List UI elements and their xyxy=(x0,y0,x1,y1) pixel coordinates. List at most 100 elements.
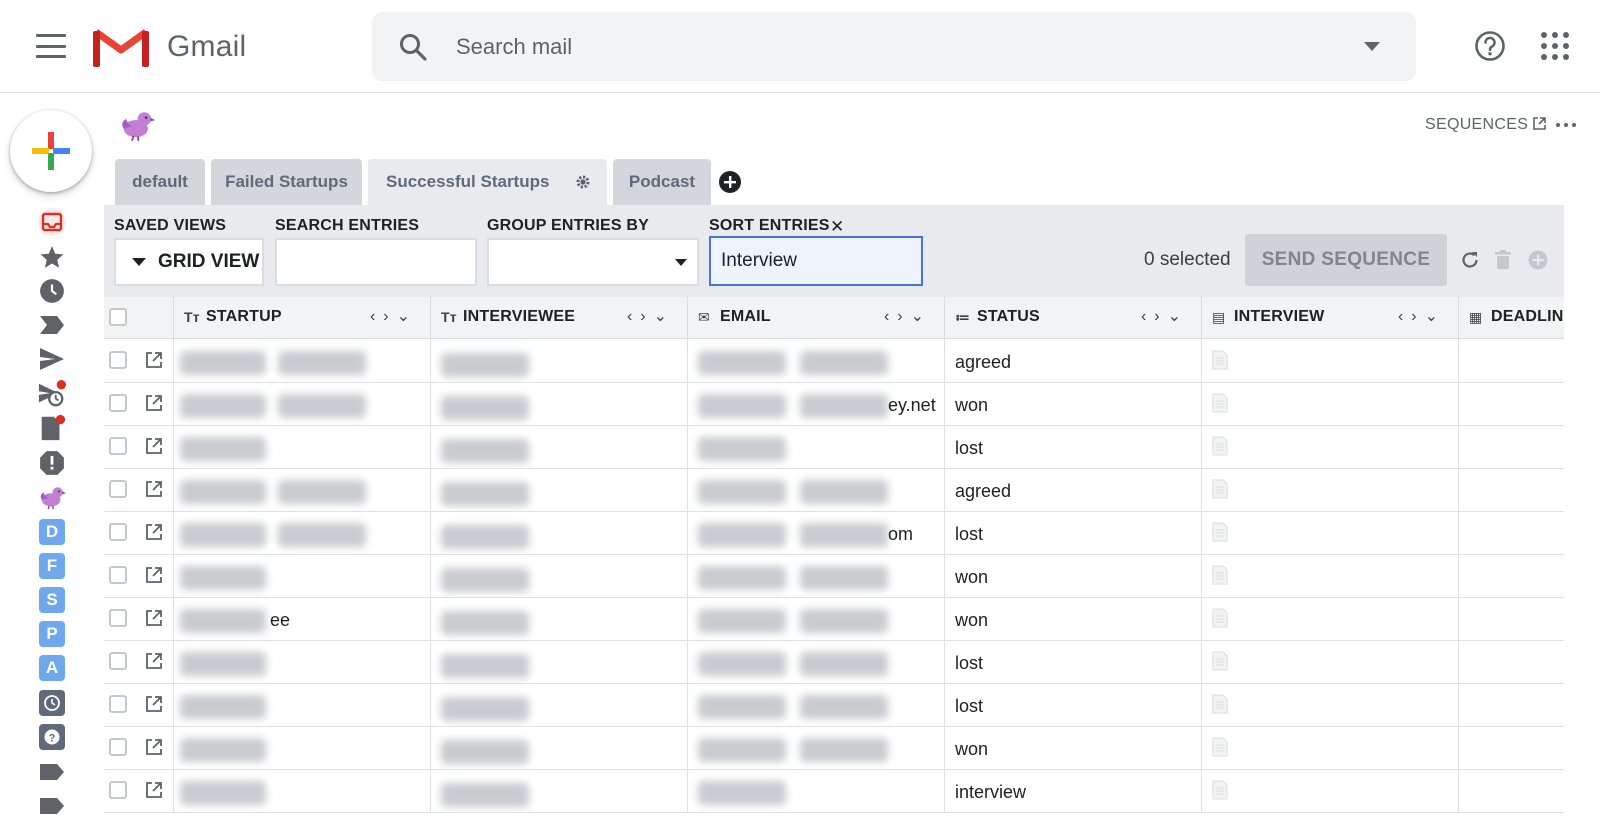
sidebar-label-d[interactable]: D xyxy=(38,518,66,546)
streak-bird-icon[interactable] xyxy=(118,108,156,142)
document-icon[interactable] xyxy=(1212,608,1228,628)
deadline-cell[interactable] xyxy=(1459,554,1564,597)
table-row[interactable]: agreed xyxy=(104,468,1564,512)
gear-icon[interactable] xyxy=(575,174,591,190)
table-row[interactable]: won xyxy=(104,726,1564,770)
email-cell[interactable] xyxy=(688,425,945,468)
grid-view-dropdown[interactable]: GRID VIEW xyxy=(114,238,264,286)
table-row[interactable]: interview xyxy=(104,769,1564,813)
interviewee-cell[interactable] xyxy=(431,640,688,683)
interview-cell[interactable] xyxy=(1202,726,1459,769)
sidebar-label-f[interactable]: F xyxy=(38,552,66,580)
app-brand[interactable]: Gmail xyxy=(167,30,246,64)
startup-cell[interactable] xyxy=(174,726,431,769)
deadline-cell[interactable] xyxy=(1459,769,1564,812)
open-in-new-icon[interactable] xyxy=(144,350,164,370)
row-checkbox[interactable] xyxy=(109,609,127,627)
open-in-new-icon[interactable] xyxy=(144,780,164,800)
add-circle-icon[interactable] xyxy=(1527,249,1549,271)
sidebar-label-s[interactable]: S xyxy=(38,586,66,614)
open-in-new-icon[interactable] xyxy=(144,694,164,714)
column-controls-icon[interactable]: ‹›⌄ xyxy=(627,306,675,326)
status-cell[interactable]: lost xyxy=(945,683,1202,726)
sidebar-item-drafts[interactable] xyxy=(38,414,66,442)
header-deadline[interactable]: ▦ DEADLIN xyxy=(1459,297,1564,338)
open-in-new-icon[interactable] xyxy=(144,608,164,628)
interviewee-cell[interactable] xyxy=(431,683,688,726)
help-icon[interactable] xyxy=(1474,30,1506,62)
deadline-cell[interactable] xyxy=(1459,382,1564,425)
status-cell[interactable]: interview xyxy=(945,769,1202,812)
email-cell[interactable] xyxy=(688,726,945,769)
email-cell[interactable] xyxy=(688,468,945,511)
tab-successful-startups[interactable]: Successful Startups xyxy=(368,159,607,205)
column-controls-icon[interactable]: ‹›⌄ xyxy=(370,306,418,326)
document-icon[interactable] xyxy=(1212,350,1228,370)
row-checkbox[interactable] xyxy=(109,523,127,541)
document-icon[interactable] xyxy=(1212,780,1228,800)
gmail-logo-icon[interactable] xyxy=(92,26,150,68)
startup-cell[interactable] xyxy=(174,511,431,554)
column-controls-icon[interactable]: ‹›⌄ xyxy=(1398,306,1446,326)
startup-cell[interactable] xyxy=(174,683,431,726)
sidebar-item-help-label[interactable]: ? xyxy=(38,723,66,751)
status-cell[interactable]: agreed xyxy=(945,339,1202,382)
sidebar-item-starred[interactable] xyxy=(38,243,66,271)
sidebar-item-important[interactable] xyxy=(38,311,66,339)
deadline-cell[interactable] xyxy=(1459,640,1564,683)
open-in-new-icon[interactable] xyxy=(144,393,164,413)
add-tab-icon[interactable] xyxy=(718,170,742,194)
interview-cell[interactable] xyxy=(1202,468,1459,511)
table-row[interactable]: lost xyxy=(104,640,1564,684)
deadline-cell[interactable] xyxy=(1459,468,1564,511)
interview-cell[interactable] xyxy=(1202,769,1459,812)
row-checkbox[interactable] xyxy=(109,437,127,455)
startup-cell[interactable] xyxy=(174,468,431,511)
document-icon[interactable] xyxy=(1212,694,1228,714)
interviewee-cell[interactable] xyxy=(431,597,688,640)
status-cell[interactable]: agreed xyxy=(945,468,1202,511)
interviewee-cell[interactable] xyxy=(431,554,688,597)
table-row[interactable]: lost xyxy=(104,683,1564,727)
open-in-new-icon[interactable] xyxy=(144,565,164,585)
email-cell[interactable] xyxy=(688,640,945,683)
apps-grid-icon[interactable] xyxy=(1541,32,1569,60)
interview-cell[interactable] xyxy=(1202,511,1459,554)
email-cell[interactable] xyxy=(688,769,945,812)
group-entries-select[interactable] xyxy=(487,238,699,286)
sidebar-item-snoozed[interactable] xyxy=(38,277,66,305)
sidebar-item-inbox[interactable] xyxy=(38,208,66,236)
deadline-cell[interactable] xyxy=(1459,425,1564,468)
email-cell[interactable] xyxy=(688,597,945,640)
sidebar-item-sent[interactable] xyxy=(38,345,66,373)
email-cell[interactable]: ey.net xyxy=(688,382,945,425)
table-row[interactable]: lost xyxy=(104,425,1564,469)
email-cell[interactable]: om xyxy=(688,511,945,554)
tab-default[interactable]: default xyxy=(115,159,205,205)
status-cell[interactable]: won xyxy=(945,382,1202,425)
interviewee-cell[interactable] xyxy=(431,425,688,468)
refresh-icon[interactable] xyxy=(1459,249,1481,271)
search-input[interactable] xyxy=(454,26,1338,68)
deadline-cell[interactable] xyxy=(1459,726,1564,769)
startup-cell[interactable] xyxy=(174,554,431,597)
startup-cell[interactable]: ee xyxy=(174,597,431,640)
row-checkbox[interactable] xyxy=(109,394,127,412)
sequences-link[interactable]: SEQUENCES xyxy=(1425,116,1546,134)
interview-cell[interactable] xyxy=(1202,554,1459,597)
search-icon[interactable] xyxy=(398,32,428,62)
row-checkbox[interactable] xyxy=(109,695,127,713)
interviewee-cell[interactable] xyxy=(431,468,688,511)
open-in-new-icon[interactable] xyxy=(144,737,164,757)
row-checkbox[interactable] xyxy=(109,738,127,756)
deadline-cell[interactable] xyxy=(1459,597,1564,640)
status-cell[interactable]: lost xyxy=(945,640,1202,683)
more-options-icon[interactable] xyxy=(1556,123,1576,127)
table-row[interactable]: om lost xyxy=(104,511,1564,555)
status-cell[interactable]: won xyxy=(945,554,1202,597)
document-icon[interactable] xyxy=(1212,737,1228,757)
table-row[interactable]: agreed xyxy=(104,339,1564,383)
tab-podcast[interactable]: Podcast xyxy=(613,159,711,205)
row-checkbox[interactable] xyxy=(109,781,127,799)
document-icon[interactable] xyxy=(1212,393,1228,413)
